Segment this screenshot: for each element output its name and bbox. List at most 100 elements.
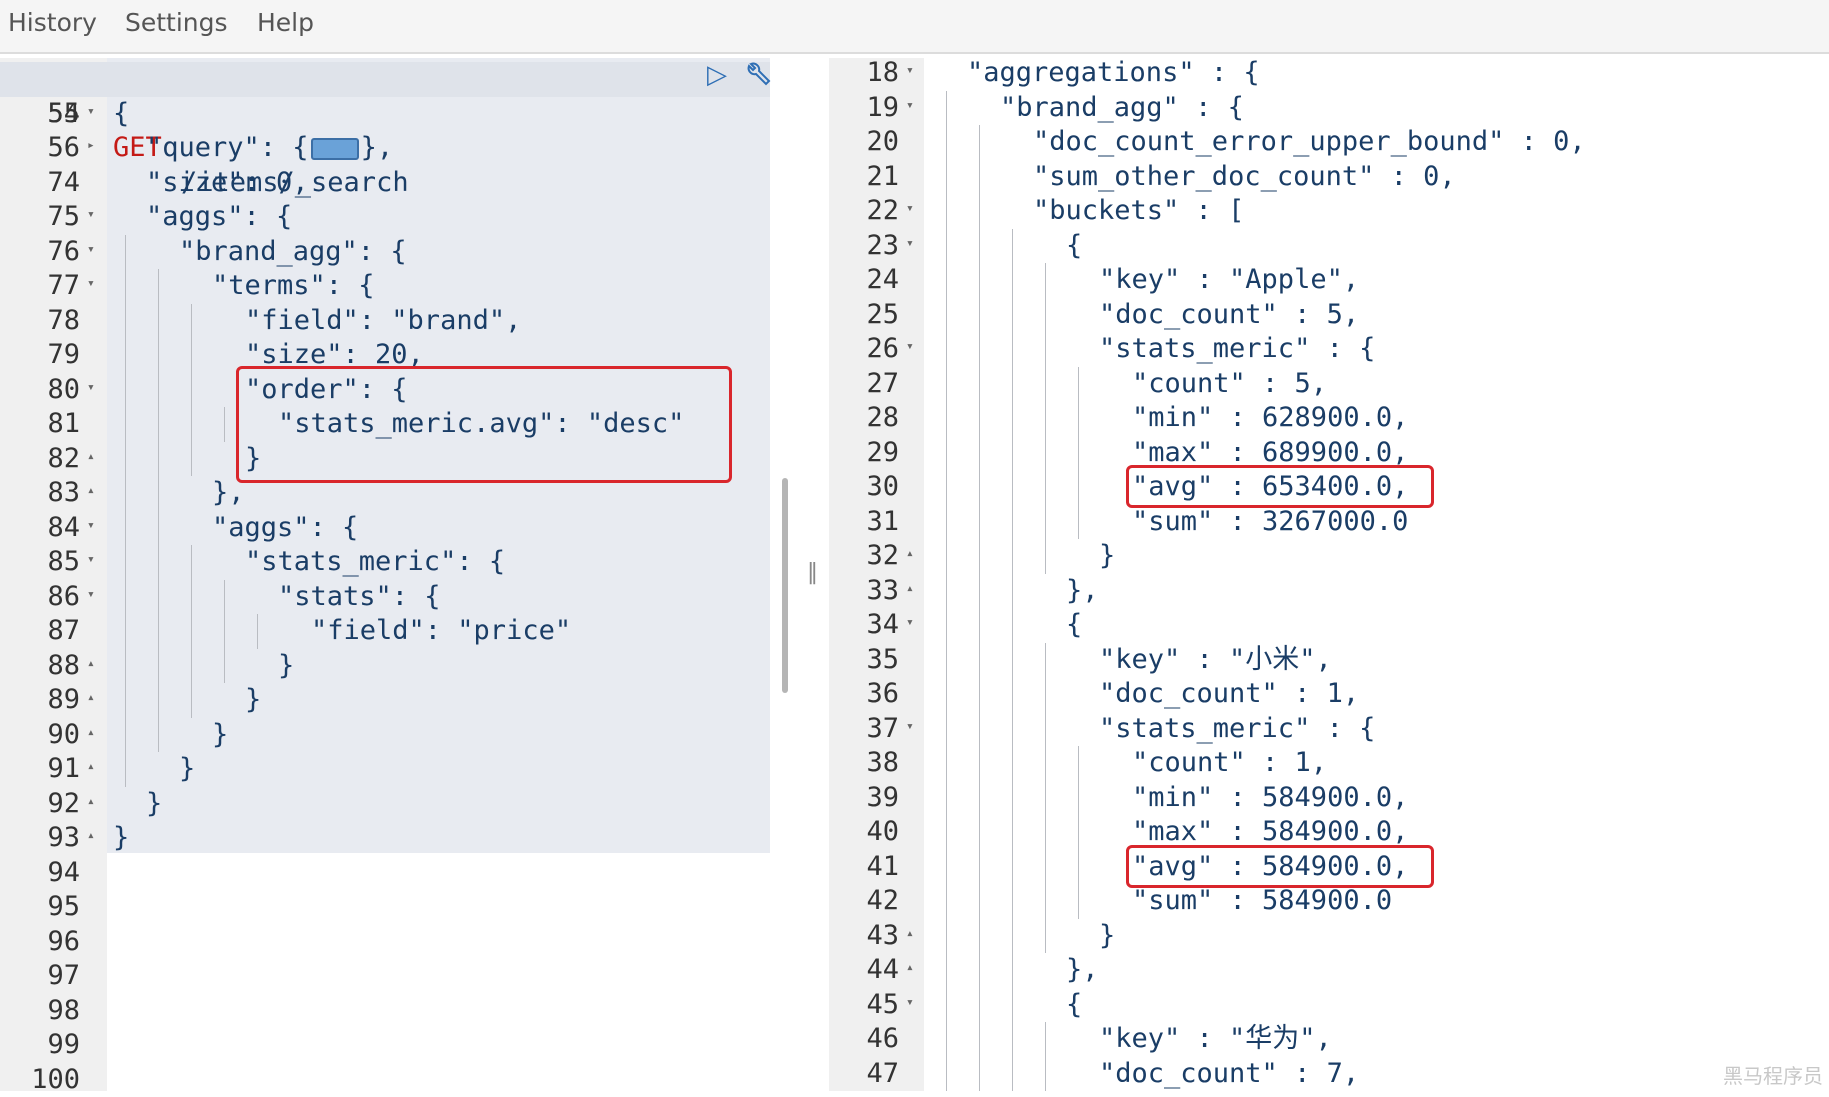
indent-guide [1045, 815, 1046, 850]
indent-guide [191, 304, 192, 339]
fold-toggle-icon[interactable]: ▾ [906, 330, 914, 365]
line-number: 45 [829, 988, 899, 1023]
indent-guide [125, 338, 126, 373]
code-text: } [146, 787, 162, 822]
indent-guide [1012, 470, 1013, 505]
indent-guide [158, 511, 159, 546]
menu-help[interactable]: Help [257, 8, 314, 37]
fold-toggle-icon[interactable]: ▾ [906, 986, 914, 1021]
fold-toggle-icon[interactable]: ▾ [906, 606, 914, 641]
fold-toggle-icon[interactable]: ▾ [87, 371, 95, 406]
menu-settings[interactable]: Settings [125, 8, 228, 37]
fold-toggle-icon[interactable]: ▾ [906, 192, 914, 227]
indent-guide [125, 373, 126, 408]
indent-guide [1012, 263, 1013, 298]
fold-toggle-icon[interactable]: ▴ [906, 572, 914, 607]
fold-toggle-icon[interactable]: ▾ [87, 543, 95, 578]
indent-guide [191, 580, 192, 615]
line-number: 46 [829, 1022, 899, 1057]
collapsed-block-icon[interactable] [311, 138, 359, 160]
fold-toggle-icon[interactable]: ▴ [87, 819, 95, 854]
wrench-icon[interactable] [741, 60, 773, 92]
fold-toggle-icon[interactable]: ▴ [906, 917, 914, 952]
fold-toggle-icon[interactable]: ▴ [906, 951, 914, 986]
fold-toggle-icon[interactable]: ▾ [87, 578, 95, 613]
indent-guide [158, 476, 159, 511]
line-number: 81 [0, 407, 80, 442]
line-number: 20 [829, 125, 899, 160]
indent-guide [1012, 1022, 1013, 1057]
indent-guide [979, 746, 980, 781]
line-number: 78 [0, 304, 80, 339]
indent-guide [125, 649, 126, 684]
code-text: } [278, 649, 294, 684]
indent-guide [946, 1022, 947, 1057]
indent-guide [125, 304, 126, 339]
indent-guide [125, 269, 126, 304]
indent-guide [125, 476, 126, 511]
indent-guide [979, 574, 980, 609]
fold-toggle-icon[interactable]: ▾ [87, 95, 95, 130]
indent-guide [158, 683, 159, 718]
indent-guide [191, 407, 192, 442]
indent-guide [125, 235, 126, 270]
indent-guide [979, 1057, 980, 1092]
scrollbar[interactable] [782, 478, 788, 693]
code-text-after: }, [361, 132, 394, 163]
fold-toggle-icon[interactable]: ▾ [87, 198, 95, 233]
indent-guide [946, 160, 947, 195]
indent-guide [946, 125, 947, 160]
fold-toggle-icon[interactable]: ▸ [87, 129, 95, 164]
indent-guide [979, 298, 980, 333]
indent-guide [979, 332, 980, 367]
indent-guide [946, 263, 947, 298]
fold-toggle-icon[interactable]: ▾ [87, 267, 95, 302]
code-text: "doc_count" : 5, [1099, 298, 1359, 333]
indent-guide [979, 677, 980, 712]
fold-toggle-icon[interactable]: ▴ [87, 647, 95, 682]
code-text: } [113, 821, 129, 856]
indent-guide [125, 683, 126, 718]
code-text: "doc_count" : 7, [1099, 1057, 1359, 1092]
play-icon[interactable]: ▷ [707, 60, 727, 90]
indent-guide [1045, 470, 1046, 505]
line-number: 85 [0, 545, 80, 580]
indent-guide [158, 614, 159, 649]
fold-toggle-icon[interactable]: ▾ [906, 89, 914, 124]
fold-toggle-icon[interactable]: ▴ [87, 474, 95, 509]
line-number: 95 [0, 890, 80, 925]
indent-guide [1045, 781, 1046, 816]
pane-resize-handle[interactable]: ‖ [807, 560, 818, 585]
indent-guide [191, 338, 192, 373]
indent-guide [125, 614, 126, 649]
fold-toggle-icon[interactable]: ▴ [87, 681, 95, 716]
fold-toggle-icon[interactable]: ▴ [87, 440, 95, 475]
indent-guide [979, 815, 980, 850]
fold-toggle-icon[interactable]: ▾ [87, 509, 95, 544]
indent-guide [1012, 712, 1013, 747]
line-number: 24 [829, 263, 899, 298]
fold-toggle-icon[interactable]: ▾ [906, 227, 914, 262]
fold-toggle-icon[interactable]: ▾ [87, 233, 95, 268]
fold-toggle-icon[interactable]: ▴ [87, 716, 95, 751]
indent-guide [1045, 332, 1046, 367]
indent-guide [979, 125, 980, 160]
line-number: 36 [829, 677, 899, 712]
fold-toggle-icon[interactable]: ▴ [87, 750, 95, 785]
indent-guide [1045, 884, 1046, 919]
fold-toggle-icon[interactable]: ▴ [906, 537, 914, 572]
fold-toggle-icon[interactable]: ▴ [87, 785, 95, 820]
fold-toggle-icon[interactable]: ▾ [906, 54, 914, 89]
line-number: 25 [829, 298, 899, 333]
code-text: "sum" : 3267000.0 [1132, 505, 1408, 540]
indent-guide [158, 442, 159, 477]
indent-guide [1045, 401, 1046, 436]
request-line-header: 54 GET /items/_search [0, 62, 770, 97]
menu-history[interactable]: History [8, 8, 97, 37]
indent-guide [158, 269, 159, 304]
indent-guide [191, 649, 192, 684]
indent-guide [224, 649, 225, 684]
indent-guide [1045, 1022, 1046, 1057]
code-text: "doc_count" : 1, [1099, 677, 1359, 712]
fold-toggle-icon[interactable]: ▾ [906, 710, 914, 745]
